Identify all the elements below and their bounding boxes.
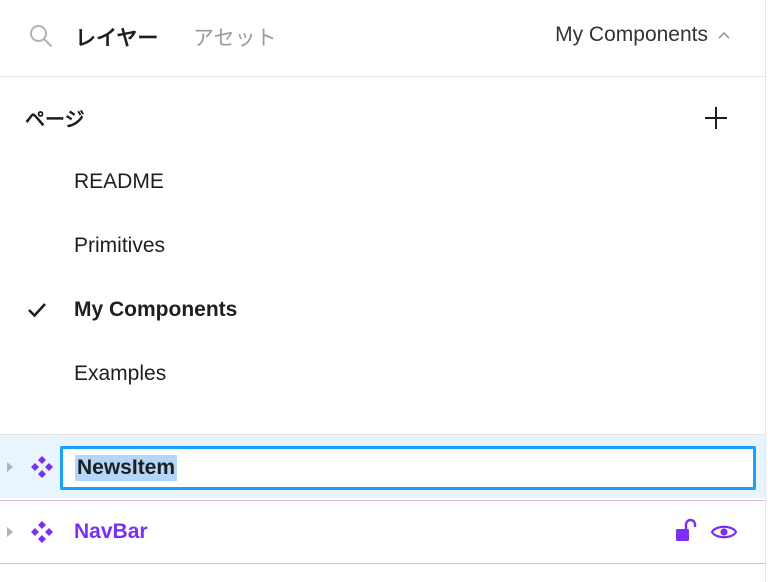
page-item-my-components[interactable]: My Components xyxy=(0,280,765,338)
panel-border xyxy=(765,0,766,582)
page-item-primitives[interactable]: Primitives xyxy=(0,216,765,274)
component-icon xyxy=(31,521,53,543)
layer-row-newsitem[interactable]: NewsItem xyxy=(0,435,765,498)
page-item-label: Primitives xyxy=(74,234,166,257)
page-selector[interactable]: My Components xyxy=(555,23,731,47)
caret-right-icon[interactable] xyxy=(5,526,15,538)
tab-layers[interactable]: レイヤー xyxy=(75,22,158,52)
check-icon xyxy=(28,303,46,318)
chevron-up-icon xyxy=(718,31,730,39)
caret-right-icon[interactable] xyxy=(5,461,15,473)
tab-assets[interactable]: アセット xyxy=(193,22,277,52)
layers-panel: レイヤー アセット My Components ページ README Primi… xyxy=(0,0,765,582)
page-item-label: My Components xyxy=(74,298,238,321)
pages-title: ページ xyxy=(25,109,85,131)
layer-rename-input[interactable]: NewsItem xyxy=(60,446,756,490)
page-item-examples[interactable]: Examples xyxy=(0,344,765,402)
page-item-label: README xyxy=(74,170,164,193)
search-icon[interactable] xyxy=(28,23,54,49)
layer-rename-text: NewsItem xyxy=(75,455,178,481)
add-page-button[interactable] xyxy=(702,104,730,132)
page-item-label: Examples xyxy=(74,362,167,385)
layer-row-navbar[interactable]: NavBar xyxy=(0,500,765,564)
layer-name: NavBar xyxy=(74,520,148,543)
unlock-icon[interactable] xyxy=(674,518,698,544)
pages-section: ページ README Primitives My Components Exam… xyxy=(0,77,765,434)
current-page-label: My Components xyxy=(555,23,708,46)
component-icon xyxy=(31,456,53,478)
panel-header: レイヤー アセット My Components xyxy=(0,0,765,77)
page-item-readme[interactable]: README xyxy=(0,152,765,210)
eye-icon[interactable] xyxy=(710,522,738,542)
